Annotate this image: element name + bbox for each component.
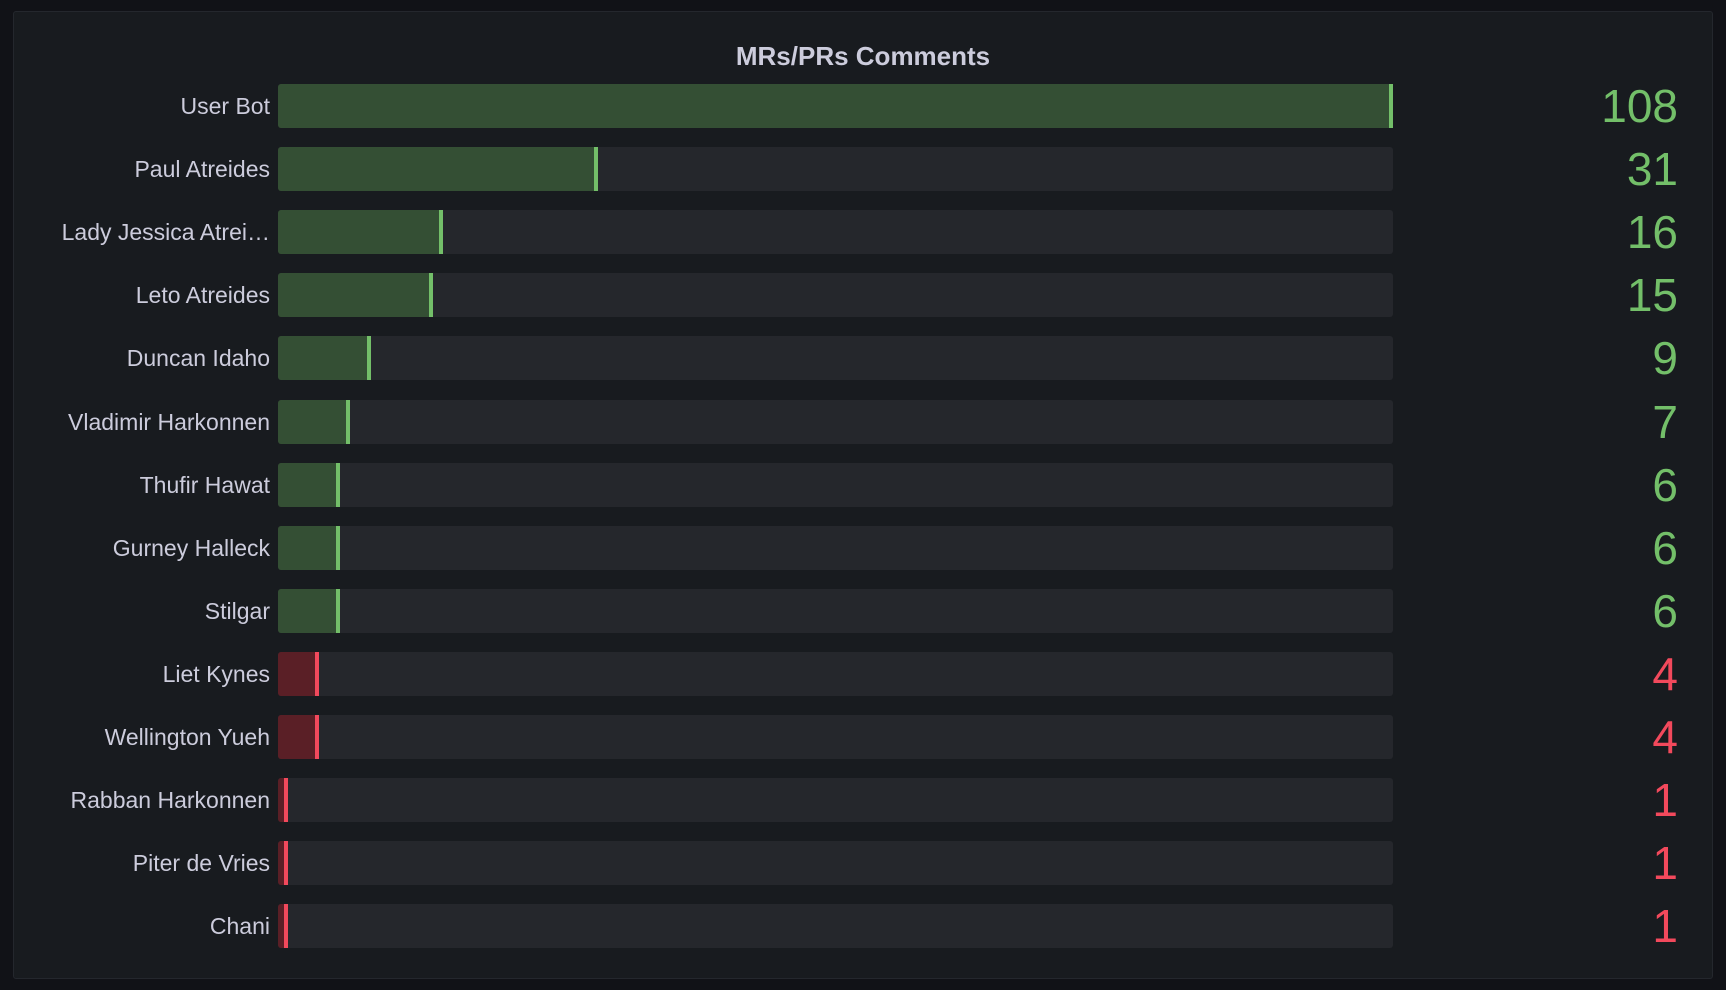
bar-row: Piter de Vries 1 <box>14 837 1714 889</box>
bar-label: Thufir Hawat <box>139 472 270 498</box>
bar-value: 1 <box>1652 900 1678 952</box>
bar-label: Vladimir Harkonnen <box>68 409 270 435</box>
bar-value: 4 <box>1652 711 1678 763</box>
bar-track <box>278 400 1393 444</box>
bar-chart: User Bot 108 Paul Atreides 31 Lady Jessica A… <box>14 12 1714 980</box>
bar-row: Chani 1 <box>14 900 1714 952</box>
bar-fill[interactable] <box>278 652 319 696</box>
bar-value: 9 <box>1652 332 1678 384</box>
bar-track <box>278 336 1393 380</box>
bar-label: Gurney Halleck <box>112 535 270 561</box>
bar-fill[interactable] <box>278 147 598 191</box>
bar-fill[interactable] <box>278 84 1393 128</box>
bar-row: Gurney Halleck 6 <box>14 522 1714 574</box>
bar-track <box>278 589 1393 633</box>
bar-fill[interactable] <box>278 463 340 507</box>
bar-label: Chani <box>209 913 270 939</box>
bar-fill[interactable] <box>278 210 443 254</box>
bar-fill[interactable] <box>278 273 433 317</box>
bar-row: Stilgar 6 <box>14 585 1714 637</box>
bar-row: Lady Jessica Atrei… 16 <box>14 206 1714 258</box>
bar-fill[interactable] <box>278 841 288 885</box>
bar-label: Paul Atreides <box>134 156 270 182</box>
bar-row: Paul Atreides 31 <box>14 143 1714 195</box>
bar-track <box>278 463 1393 507</box>
bar-value: 16 <box>1626 206 1678 258</box>
bar-value: 31 <box>1626 143 1678 195</box>
bar-value: 1 <box>1652 774 1678 826</box>
bar-track <box>278 715 1393 759</box>
bar-track <box>278 652 1393 696</box>
bar-fill[interactable] <box>278 904 288 948</box>
bar-label: Liet Kynes <box>162 661 270 687</box>
bar-value: 7 <box>1652 396 1678 448</box>
bar-value: 4 <box>1652 648 1678 700</box>
bar-track <box>278 273 1393 317</box>
bar-row: Duncan Idaho 9 <box>14 332 1714 384</box>
bar-fill[interactable] <box>278 336 371 380</box>
bar-row: User Bot 108 <box>14 80 1714 132</box>
bar-value: 1 <box>1652 837 1678 889</box>
bar-fill[interactable] <box>278 526 340 570</box>
bar-label: Leto Atreides <box>135 282 270 308</box>
bar-label: Duncan Idaho <box>126 345 270 371</box>
bar-track <box>278 841 1393 885</box>
bar-label: Stilgar <box>204 598 270 624</box>
bar-value: 6 <box>1652 459 1678 511</box>
bar-value: 15 <box>1626 269 1678 321</box>
bar-label: Wellington Yueh <box>104 724 270 750</box>
bar-track <box>278 526 1393 570</box>
bar-fill[interactable] <box>278 400 350 444</box>
bar-row: Vladimir Harkonnen 7 <box>14 396 1714 448</box>
bar-fill[interactable] <box>278 778 288 822</box>
bar-row: Wellington Yueh 4 <box>14 711 1714 763</box>
bar-row: Thufir Hawat 6 <box>14 459 1714 511</box>
bar-track <box>278 210 1393 254</box>
bar-value: 6 <box>1652 585 1678 637</box>
bar-fill[interactable] <box>278 589 340 633</box>
bar-fill[interactable] <box>278 715 319 759</box>
bar-row: Leto Atreides 15 <box>14 269 1714 321</box>
bar-value: 108 <box>1601 80 1678 132</box>
bar-value: 6 <box>1652 522 1678 574</box>
bar-label: Lady Jessica Atrei… <box>61 219 270 245</box>
bar-row: Liet Kynes 4 <box>14 648 1714 700</box>
bar-label: User Bot <box>180 93 270 119</box>
bar-label: Piter de Vries <box>132 850 270 876</box>
bar-gauge-panel: MRs/PRs Comments User Bot 108 Paul Atreide… <box>13 11 1713 979</box>
bar-row: Rabban Harkonnen 1 <box>14 774 1714 826</box>
bar-track <box>278 904 1393 948</box>
bar-label: Rabban Harkonnen <box>70 787 270 813</box>
bar-track <box>278 778 1393 822</box>
